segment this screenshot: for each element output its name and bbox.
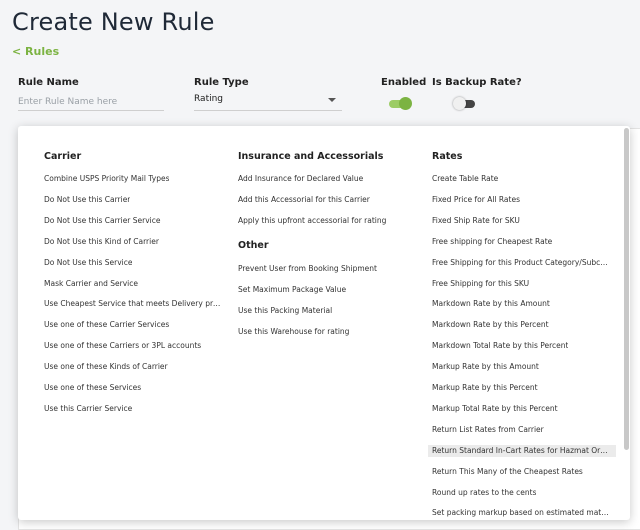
carrier-menu-item[interactable]: Do Not Use this Carrier [44,194,130,206]
rates-menu-item[interactable]: Set packing markup based on estimated ma… [432,507,612,519]
carrier-menu-item[interactable]: Use this Carrier Service [44,403,132,415]
back-to-rules-link[interactable]: < Rules [12,45,59,58]
page-title: Create New Rule [12,8,215,36]
carrier-menu-item[interactable]: Mask Carrier and Service [44,278,138,290]
other-menu-item[interactable]: Use this Packing Material [238,305,332,317]
rates-menu-item[interactable]: Create Table Rate [432,173,498,185]
other-header: Other [238,240,269,251]
rates-menu-item[interactable]: Return This Many of the Cheapest Rates [432,466,583,478]
enabled-toggle[interactable] [389,97,412,110]
insurance-menu-item[interactable]: Apply this upfront accessorial for ratin… [238,215,386,227]
toggle-knob [453,97,466,110]
rates-menu-item[interactable]: Free Shipping for this SKU [432,278,529,290]
rates-menu-item[interactable]: Markup Total Rate by this Percent [432,403,558,415]
insurance-menu-item[interactable]: Add Insurance for Declared Value [238,173,363,185]
backup-rate-label: Is Backup Rate? [432,77,522,88]
carrier-menu-item[interactable]: Combine USPS Priority Mail Types [44,173,169,185]
rates-menu-item[interactable]: Markup Rate by this Percent [432,382,538,394]
other-menu-item[interactable]: Use this Warehouse for rating [238,326,349,338]
carrier-menu-item[interactable]: Use Cheapest Service that meets Delivery… [44,298,224,310]
backup-rate-toggle[interactable] [453,97,475,110]
rule-type-value: Rating [194,94,224,104]
rates-menu-item[interactable]: Markdown Rate by this Percent [432,319,549,331]
rates-header: Rates [432,151,463,162]
carrier-menu-item[interactable]: Do Not Use this Kind of Carrier [44,236,159,248]
rates-menu-item[interactable]: Return List Rates from Carrier [432,424,544,436]
rates-menu-item[interactable]: Markup Rate by this Amount [432,361,539,373]
rates-menu-item[interactable]: Free Shipping for this Product Category/… [432,257,612,269]
rule-type-select[interactable]: Rating [194,94,342,111]
carrier-header: Carrier [44,151,82,162]
carrier-menu-item[interactable]: Use one of these Carrier Services [44,319,169,331]
dropdown-scrollbar[interactable] [624,128,629,450]
other-menu-item[interactable]: Prevent User from Booking Shipment [238,263,377,275]
rule-type-label: Rule Type [194,77,249,88]
rates-menu-item[interactable]: Markdown Rate by this Amount [432,298,550,310]
rates-menu-item[interactable]: Free shipping for Cheapest Rate [432,236,552,248]
insurance-menu-item[interactable]: Add this Accessorial for this Carrier [238,194,370,206]
rates-menu-item[interactable]: Return Standard In-Cart Rates for Hazmat… [428,444,616,457]
carrier-menu-item[interactable]: Do Not Use this Service [44,257,132,269]
carrier-menu-item[interactable]: Use one of these Carriers or 3PL account… [44,340,201,352]
rates-menu-item[interactable]: Fixed Ship Rate for SKU [432,215,520,227]
rule-action-dropdown: Carrier Combine USPS Priority Mail Types… [18,126,630,520]
rates-menu-item[interactable]: Fixed Price for All Rates [432,194,520,206]
enabled-label: Enabled [381,77,427,88]
rule-name-input[interactable] [18,94,164,111]
toggle-knob [399,97,412,110]
rates-menu-item[interactable]: Markdown Total Rate by this Percent [432,340,568,352]
carrier-menu-item[interactable]: Do Not Use this Carrier Service [44,215,161,227]
other-menu-item[interactable]: Set Maximum Package Value [238,284,346,296]
carrier-menu-item[interactable]: Use one of these Kinds of Carrier [44,361,168,373]
chevron-down-icon [328,98,336,102]
rates-menu-item[interactable]: Round up rates to the cents [432,487,536,499]
insurance-header: Insurance and Accessorials [238,151,384,162]
carrier-menu-item[interactable]: Use one of these Services [44,382,141,394]
rule-name-label: Rule Name [18,77,79,88]
